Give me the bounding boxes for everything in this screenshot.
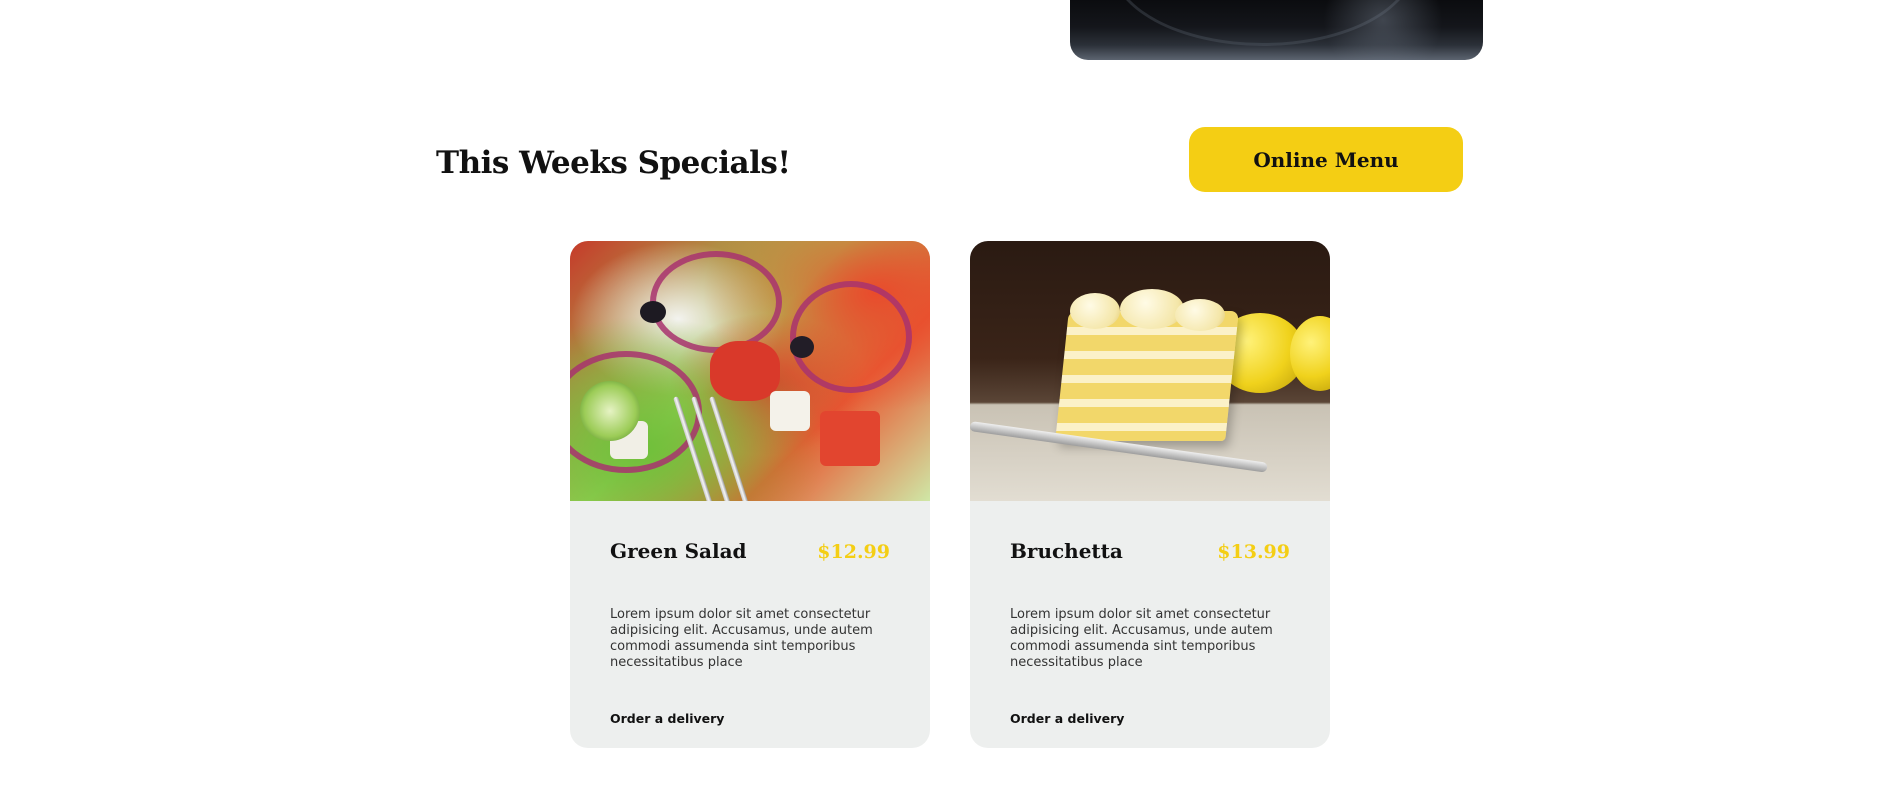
dish-name: Bruchetta [1010,539,1123,563]
hero-image [1070,0,1483,60]
dish-description: Lorem ipsum dolor sit amet consectetur a… [610,607,873,670]
lemon [1290,316,1330,391]
card-heading: Green Salad $12.99 [610,539,890,563]
bruchetta-image [970,241,1330,501]
fork-tine [709,396,751,501]
tomato-chunk [710,341,780,401]
onion-ring [650,251,782,353]
special-card-bruchetta: Bruchetta $13.99 Lorem ipsum dolor sit a… [970,241,1330,748]
cream-topping [1070,293,1120,329]
cake-slice [1055,311,1239,441]
tomato-chunk [820,411,880,466]
dish-price: $12.99 [817,541,890,563]
card-heading: Bruchetta $13.99 [1010,539,1290,563]
cucumber-slice [580,381,640,441]
specials-title: This Weeks Specials! [436,145,791,181]
hero-image-sheen [1323,0,1443,60]
feta-cube [770,391,810,431]
green-salad-image [570,241,930,501]
salad-photo [570,241,930,501]
cream-topping [1120,289,1184,329]
cream-topping [1175,299,1225,331]
lemon-cake-photo [970,241,1330,501]
special-card-green-salad: Green Salad $12.99 Lorem ipsum dolor sit… [570,241,930,748]
dish-name: Green Salad [610,539,747,563]
olive [640,301,666,323]
olive [790,336,814,358]
order-delivery-link[interactable]: Order a delivery [1010,711,1124,726]
dish-price: $13.99 [1217,541,1290,563]
dish-description: Lorem ipsum dolor sit amet consectetur a… [1010,607,1273,670]
order-delivery-link[interactable]: Order a delivery [610,711,724,726]
online-menu-button[interactable]: Online Menu [1189,127,1463,192]
